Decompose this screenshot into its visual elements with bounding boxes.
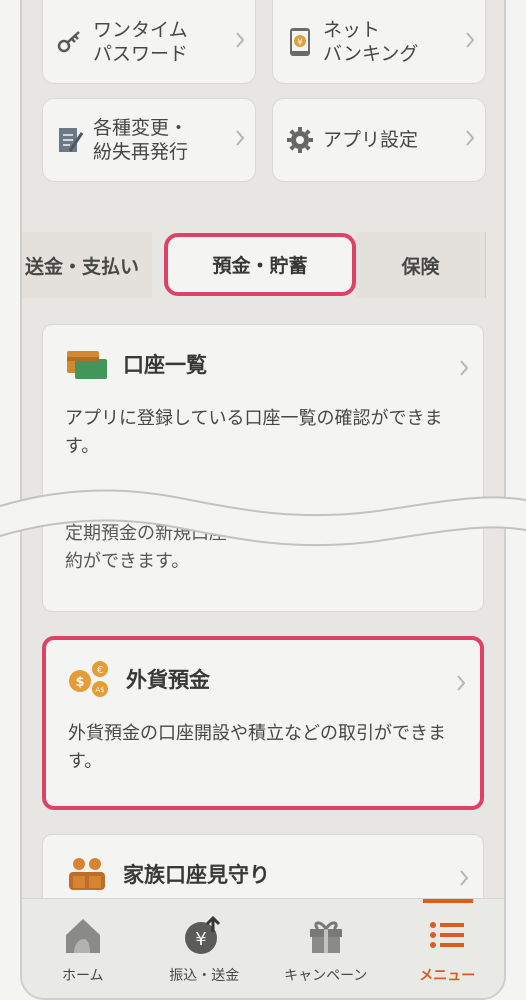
svg-text:€: € (97, 665, 103, 676)
currency-coins-icon: $ € A$ (68, 661, 112, 697)
card-title: 口座一覧 (123, 353, 207, 377)
nav-campaign[interactable]: キャンペーン (265, 899, 387, 998)
yen-transfer-icon: ¥ (182, 913, 226, 957)
tab-deposit-savings[interactable]: 預金・貯蓄 (164, 233, 356, 296)
svg-text:¥: ¥ (196, 929, 207, 950)
chevron-right-icon (235, 129, 245, 151)
gift-icon (304, 913, 348, 957)
chevron-right-icon (465, 129, 475, 151)
bankbook-icon (65, 347, 109, 381)
tile-label: ネット バンキング (323, 18, 419, 65)
chevron-right-icon (235, 31, 245, 53)
account-list-card[interactable]: 口座一覧 アプリに登録している口座一覧の確認ができます。 (42, 324, 484, 504)
home-icon (61, 913, 105, 957)
chevron-right-icon (456, 674, 466, 696)
tile-label: アプリ設定 (323, 129, 419, 151)
svg-text:A$: A$ (95, 686, 104, 694)
menu-list-icon (425, 913, 469, 957)
svg-text:$: $ (75, 675, 84, 690)
bottom-navigation: ホーム ¥ 振込・送金 キャンペーン メニュー (22, 898, 505, 998)
card-title: 家族口座見守り (123, 863, 270, 887)
nav-label: キャンペーン (284, 968, 368, 984)
tile-label: ワンタイム パスワード (93, 18, 189, 65)
net-banking-tile[interactable]: ¥ ネット バンキング (272, 0, 486, 84)
wavy-break-divider (0, 489, 526, 547)
nav-menu[interactable]: メニュー (387, 899, 505, 998)
one-time-password-tile[interactable]: ワンタイム パスワード (42, 0, 256, 84)
card-title: 外貨預金 (126, 668, 210, 692)
nav-home[interactable]: ホーム (22, 899, 144, 998)
card-description: アプリに登録している口座一覧の確認ができます。 (65, 408, 443, 457)
gear-icon (285, 125, 315, 155)
active-indicator (422, 899, 473, 903)
chevron-right-icon (465, 31, 475, 53)
chevron-right-icon (459, 359, 469, 381)
family-icon (65, 857, 109, 891)
svg-text:¥: ¥ (297, 38, 303, 48)
nav-label: メニュー (419, 968, 476, 984)
nav-label: 振込・送金 (169, 968, 240, 984)
tile-label: 各種変更・ 紛失再発行 (93, 117, 189, 163)
foreign-currency-deposit-card[interactable]: $ € A$ 外貨預金 外貨預金の口座開設や積立などの取引ができます。 (42, 636, 484, 810)
chevron-right-icon (459, 869, 469, 891)
app-settings-tile[interactable]: アプリ設定 (272, 98, 486, 182)
card-description: 外貨預金の口座開設や積立などの取引ができます。 (68, 723, 446, 772)
tab-remittance-payment[interactable]: 送金・支払い (22, 232, 152, 298)
tab-insurance[interactable]: 保険 (356, 232, 486, 298)
key-icon (55, 27, 85, 57)
change-reissue-tile[interactable]: 各種変更・ 紛失再発行 (42, 98, 256, 182)
nav-label: ホーム (61, 968, 104, 984)
document-pen-icon (55, 125, 85, 155)
smartphone-yen-icon: ¥ (285, 27, 315, 57)
nav-transfer[interactable]: ¥ 振込・送金 (144, 899, 266, 998)
